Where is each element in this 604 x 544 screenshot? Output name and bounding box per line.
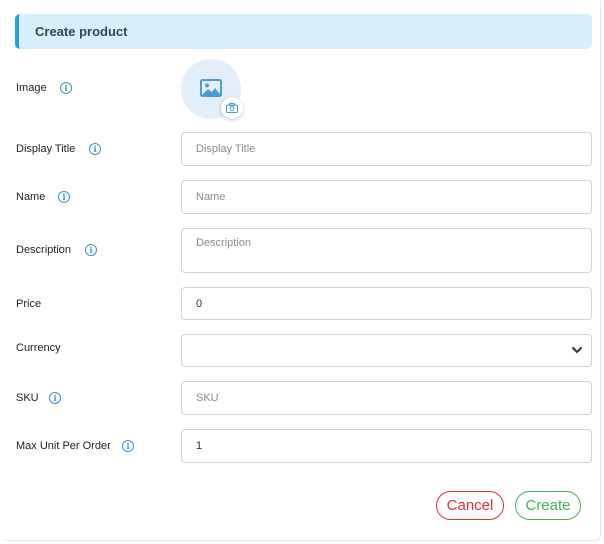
- form-header: Create product: [15, 14, 592, 49]
- description-label: Description: [16, 244, 72, 256]
- max-unit-input[interactable]: [181, 429, 592, 463]
- description-textarea[interactable]: [181, 228, 592, 273]
- page-title: Create product: [35, 24, 128, 39]
- create-button[interactable]: Create: [515, 491, 581, 520]
- image-label: Image: [16, 82, 47, 94]
- image-icon: [200, 79, 222, 97]
- info-icon[interactable]: i: [60, 82, 72, 94]
- price-input[interactable]: [181, 287, 592, 320]
- camera-button[interactable]: [221, 97, 243, 119]
- sku-input[interactable]: [181, 381, 592, 415]
- camera-icon: [226, 103, 238, 113]
- currency-label: Currency: [16, 342, 61, 354]
- create-product-panel: Create product Image i Display Title i N…: [1, 1, 601, 541]
- info-icon[interactable]: i: [58, 191, 70, 203]
- name-input[interactable]: [181, 180, 592, 214]
- info-icon[interactable]: i: [49, 392, 61, 404]
- name-label: Name: [16, 191, 46, 203]
- chevron-down-icon: [572, 347, 582, 353]
- currency-select[interactable]: [181, 334, 592, 367]
- info-icon[interactable]: i: [122, 440, 134, 452]
- info-icon[interactable]: i: [85, 244, 97, 256]
- cancel-button[interactable]: Cancel: [436, 491, 504, 520]
- price-label: Price: [16, 298, 42, 310]
- display-title-input[interactable]: [181, 132, 592, 166]
- sku-label: SKU: [16, 392, 39, 404]
- display-title-label: Display Title: [16, 143, 76, 155]
- max-unit-label: Max Unit Per Order: [16, 440, 111, 452]
- info-icon[interactable]: i: [89, 143, 101, 155]
